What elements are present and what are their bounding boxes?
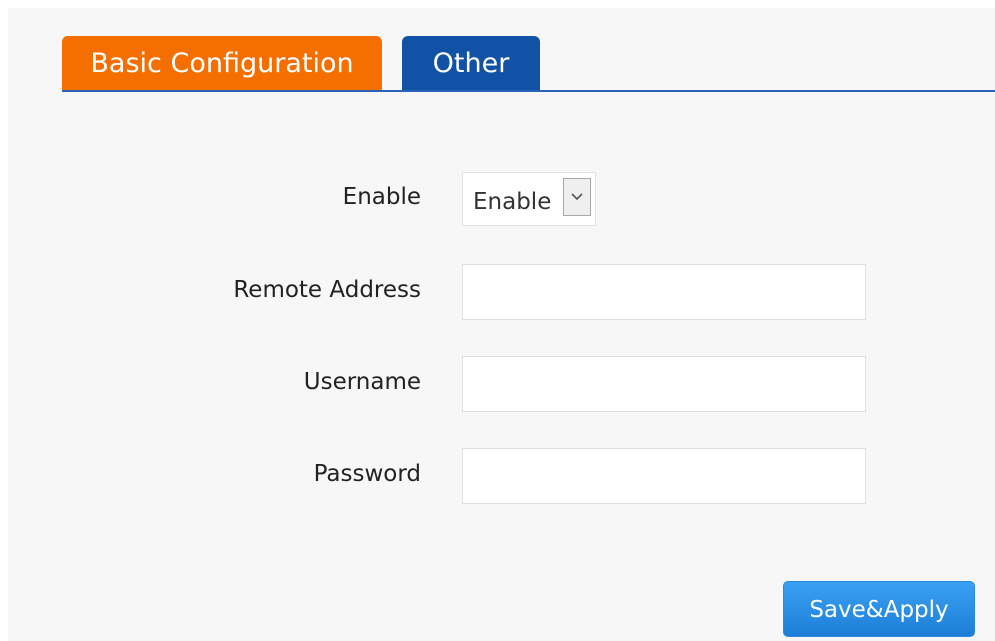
- enable-label: Enable: [342, 184, 421, 210]
- enable-select-value: Enable: [473, 189, 552, 215]
- remote-address-input[interactable]: [462, 264, 866, 320]
- password-input[interactable]: [462, 448, 866, 504]
- password-label: Password: [313, 461, 421, 487]
- remote-address-label: Remote Address: [233, 277, 421, 303]
- tab-divider: [62, 90, 995, 92]
- tab-basic-configuration[interactable]: Basic Configuration: [62, 36, 382, 92]
- enable-select[interactable]: Enable: [462, 172, 596, 226]
- save-apply-button[interactable]: Save&Apply: [783, 581, 975, 637]
- config-panel: [8, 8, 995, 641]
- username-label: Username: [303, 369, 421, 395]
- chevron-down-icon[interactable]: [563, 178, 591, 216]
- username-input[interactable]: [462, 356, 866, 412]
- tab-other[interactable]: Other: [402, 36, 540, 92]
